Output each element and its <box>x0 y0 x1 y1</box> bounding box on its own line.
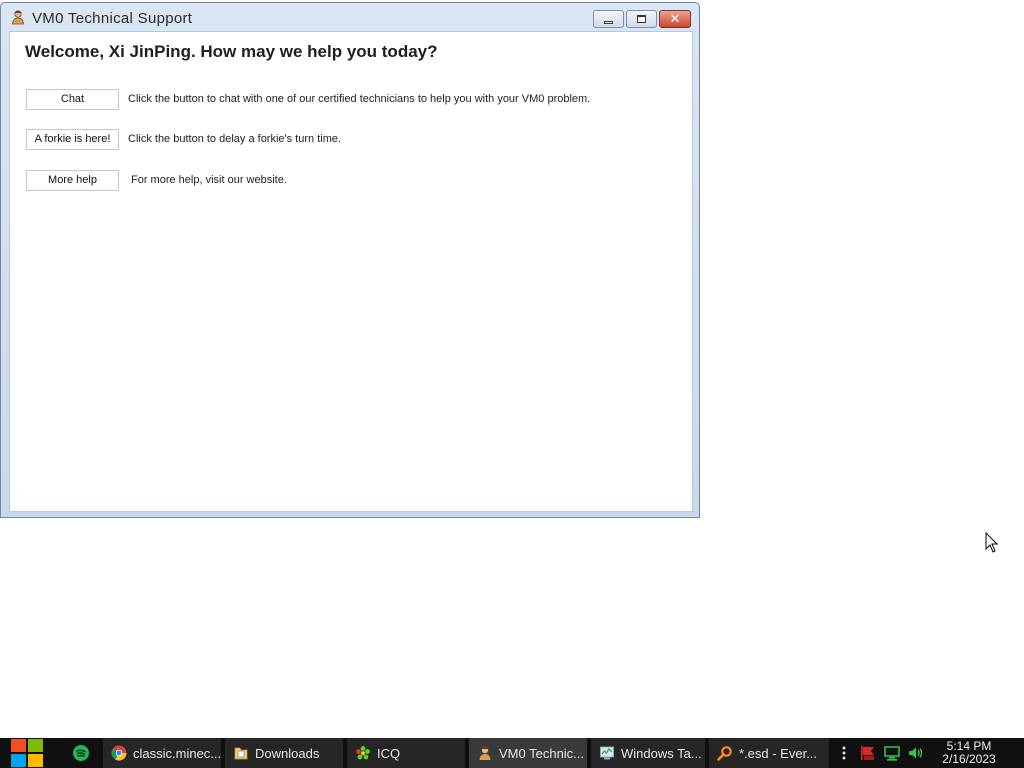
desktop: VM0 Technical Support ✕ Welcome, Xi JinP… <box>0 0 1024 738</box>
action-center-flag-icon[interactable] <box>859 744 877 762</box>
system-tray <box>835 738 925 768</box>
task-manager-icon <box>600 746 614 760</box>
maximize-icon <box>637 15 646 23</box>
minimize-button[interactable] <box>593 10 624 28</box>
taskbar-item-label: ICQ <box>377 745 401 761</box>
taskbar-item-label: Windows Ta... <box>621 745 702 761</box>
close-button[interactable]: ✕ <box>659 10 691 28</box>
spotify-icon <box>73 745 89 761</box>
taskbar-item-label: *.esd - Ever... <box>739 745 818 761</box>
overflow-menu-icon[interactable] <box>835 744 853 762</box>
forkie-description: Click the button to delay a forkie's tur… <box>128 133 342 145</box>
taskbar-item-vm0[interactable]: VM0 Technic... <box>469 738 587 768</box>
welcome-heading: Welcome, Xi JinPing. How may we help you… <box>25 42 438 61</box>
network-icon[interactable] <box>883 744 901 762</box>
divider <box>693 122 694 182</box>
taskbar-item-label: classic.minec... <box>133 745 221 761</box>
search-magnifier-icon <box>717 746 732 761</box>
more-help-button[interactable]: More help <box>26 170 119 191</box>
taskbar-item-task-manager[interactable]: Windows Ta... <box>591 738 705 768</box>
title-bar[interactable]: VM0 Technical Support ✕ <box>1 3 699 31</box>
vm0-support-window: VM0 Technical Support ✕ Welcome, Xi JinP… <box>0 2 700 518</box>
taskbar: classic.minec... Downloads ICQ VM0 Techn… <box>0 738 1024 768</box>
more-help-description: For more help, visit our website. <box>131 174 287 186</box>
window-client-area: Welcome, Xi JinPing. How may we help you… <box>9 31 694 512</box>
taskbar-item-downloads[interactable]: Downloads <box>225 738 343 768</box>
taskbar-spotify[interactable] <box>66 738 96 768</box>
taskbar-clock[interactable]: 5:14 PM 2/16/2023 <box>934 740 1004 766</box>
clock-date: 2/16/2023 <box>942 752 996 766</box>
support-person-icon <box>479 746 491 760</box>
taskbar-item-label: Downloads <box>255 745 320 761</box>
taskbar-item-everything[interactable]: *.esd - Ever... <box>709 738 829 768</box>
icq-flower-icon <box>356 746 370 760</box>
minimize-icon <box>604 20 613 24</box>
volume-icon[interactable] <box>907 744 925 762</box>
maximize-button[interactable] <box>626 10 657 28</box>
chrome-icon <box>111 745 127 761</box>
chat-button[interactable]: Chat <box>26 89 119 110</box>
mouse-pointer-icon <box>985 532 999 553</box>
window-title: VM0 Technical Support <box>32 10 193 27</box>
close-icon: ✕ <box>669 11 681 27</box>
start-button[interactable] <box>8 738 46 768</box>
taskbar-item-label: VM0 Technic... <box>499 745 585 761</box>
chat-description: Click the button to chat with one of our… <box>128 93 591 105</box>
support-person-icon <box>12 10 24 25</box>
taskbar-item-icq[interactable]: ICQ <box>347 738 465 768</box>
folder-icon <box>234 747 248 760</box>
taskbar-item-chrome[interactable]: classic.minec... <box>103 738 221 768</box>
forkie-button[interactable]: A forkie is here! <box>26 129 119 150</box>
